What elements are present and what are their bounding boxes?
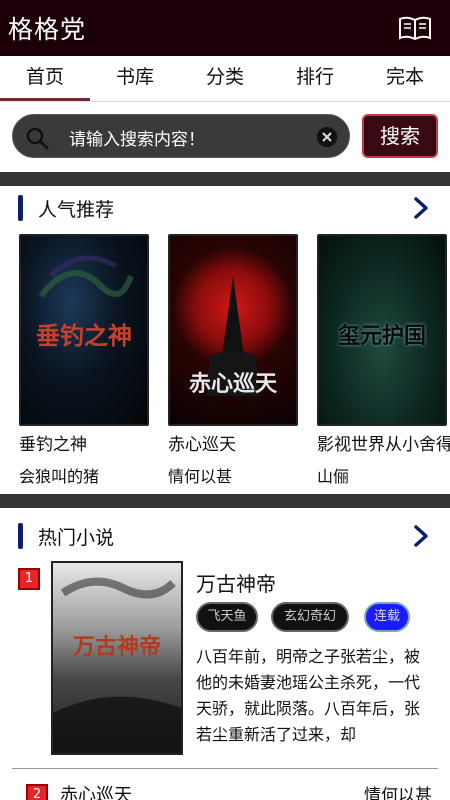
- section-marker: [18, 523, 23, 549]
- cover-title: 垂钓之神: [36, 321, 132, 350]
- status-tag: 连载: [364, 602, 410, 632]
- book-card[interactable]: 垂钓之神 垂钓之神 会狼叫的猪: [19, 234, 149, 487]
- book-card[interactable]: 赤心巡天 赤心巡天 情何以甚: [168, 234, 298, 487]
- tab-categories[interactable]: 分类: [180, 56, 270, 102]
- rank-badge: 2: [26, 784, 48, 800]
- app-title: 格格党: [8, 15, 87, 44]
- book-cover: 赤心巡天: [168, 234, 298, 426]
- bookshelf-icon[interactable]: [398, 15, 432, 41]
- hot-novel-item[interactable]: 1 万古神帝 万古神帝 飞天鱼 玄幻奇幻 连载 八百年前，明帝之子张若尘，被他的…: [0, 558, 450, 758]
- section-title: 人气推荐: [38, 199, 115, 221]
- genre-tag: 玄幻奇幻: [271, 602, 349, 632]
- book-author: 会狼叫的猪: [19, 467, 100, 486]
- cover-title: 赤心巡天: [188, 371, 277, 397]
- search-icon: [26, 127, 49, 150]
- book-title: 赤心巡天: [168, 435, 236, 455]
- book-cover: 玺元护国: [317, 234, 447, 426]
- author-tag: 飞天鱼: [196, 602, 258, 632]
- nav-tabs: 首页 书库 分类 排行 完本: [0, 56, 450, 102]
- chevron-right-icon[interactable]: [412, 196, 430, 220]
- tab-rankings[interactable]: 排行: [270, 56, 360, 102]
- search-placeholder: 请输入搜索内容！: [69, 130, 205, 150]
- book-title: 万古神帝: [196, 572, 276, 596]
- hot-novel-item[interactable]: 2 赤心巡天 情何以甚: [0, 776, 450, 800]
- section-divider: [0, 172, 450, 186]
- search-bar: 请输入搜索内容！ 搜索: [0, 102, 450, 172]
- book-title: 影视世界从小舍得开始: [317, 435, 450, 455]
- rank-badge: 1: [18, 568, 40, 590]
- book-description: 八百年前，明帝之子张若尘，被他的未婚妻池瑶公主杀死，一代天骄，就此陨落。八百年后…: [196, 647, 421, 744]
- popular-book-list: 垂钓之神 垂钓之神 会狼叫的猪 赤心巡天 赤心巡天 情何以甚 玺元护国 影视世界…: [0, 234, 450, 490]
- section-marker: [18, 195, 23, 221]
- tab-library[interactable]: 书库: [90, 56, 180, 102]
- book-cover: 垂钓之神: [19, 234, 149, 426]
- book-cover: 万古神帝: [51, 561, 183, 755]
- chevron-right-icon[interactable]: [412, 524, 430, 548]
- tab-home[interactable]: 首页: [0, 56, 90, 102]
- search-input[interactable]: 请输入搜索内容！: [12, 114, 350, 158]
- app-header: 格格党: [0, 0, 450, 56]
- book-author: 山俪: [317, 467, 350, 486]
- clear-icon[interactable]: [317, 127, 337, 147]
- book-author: 情何以甚: [168, 467, 233, 486]
- popular-section-header: 人气推荐: [0, 186, 450, 230]
- book-author: 情何以甚: [364, 786, 432, 800]
- book-card[interactable]: 玺元护国 影视世界从小舍得开始 山俪: [317, 234, 450, 487]
- list-divider: [12, 768, 438, 769]
- section-title: 热门小说: [38, 527, 115, 549]
- book-title: 垂钓之神: [19, 435, 87, 455]
- active-tab-indicator: [0, 98, 90, 101]
- book-title: 赤心巡天: [60, 785, 132, 800]
- cover-title: 万古神帝: [72, 634, 161, 660]
- hot-section-header: 热门小说: [0, 514, 450, 558]
- search-button[interactable]: 搜索: [362, 114, 438, 158]
- section-divider: [0, 494, 450, 508]
- tab-completed[interactable]: 完本: [360, 56, 450, 102]
- cover-title: 玺元护国: [337, 323, 426, 349]
